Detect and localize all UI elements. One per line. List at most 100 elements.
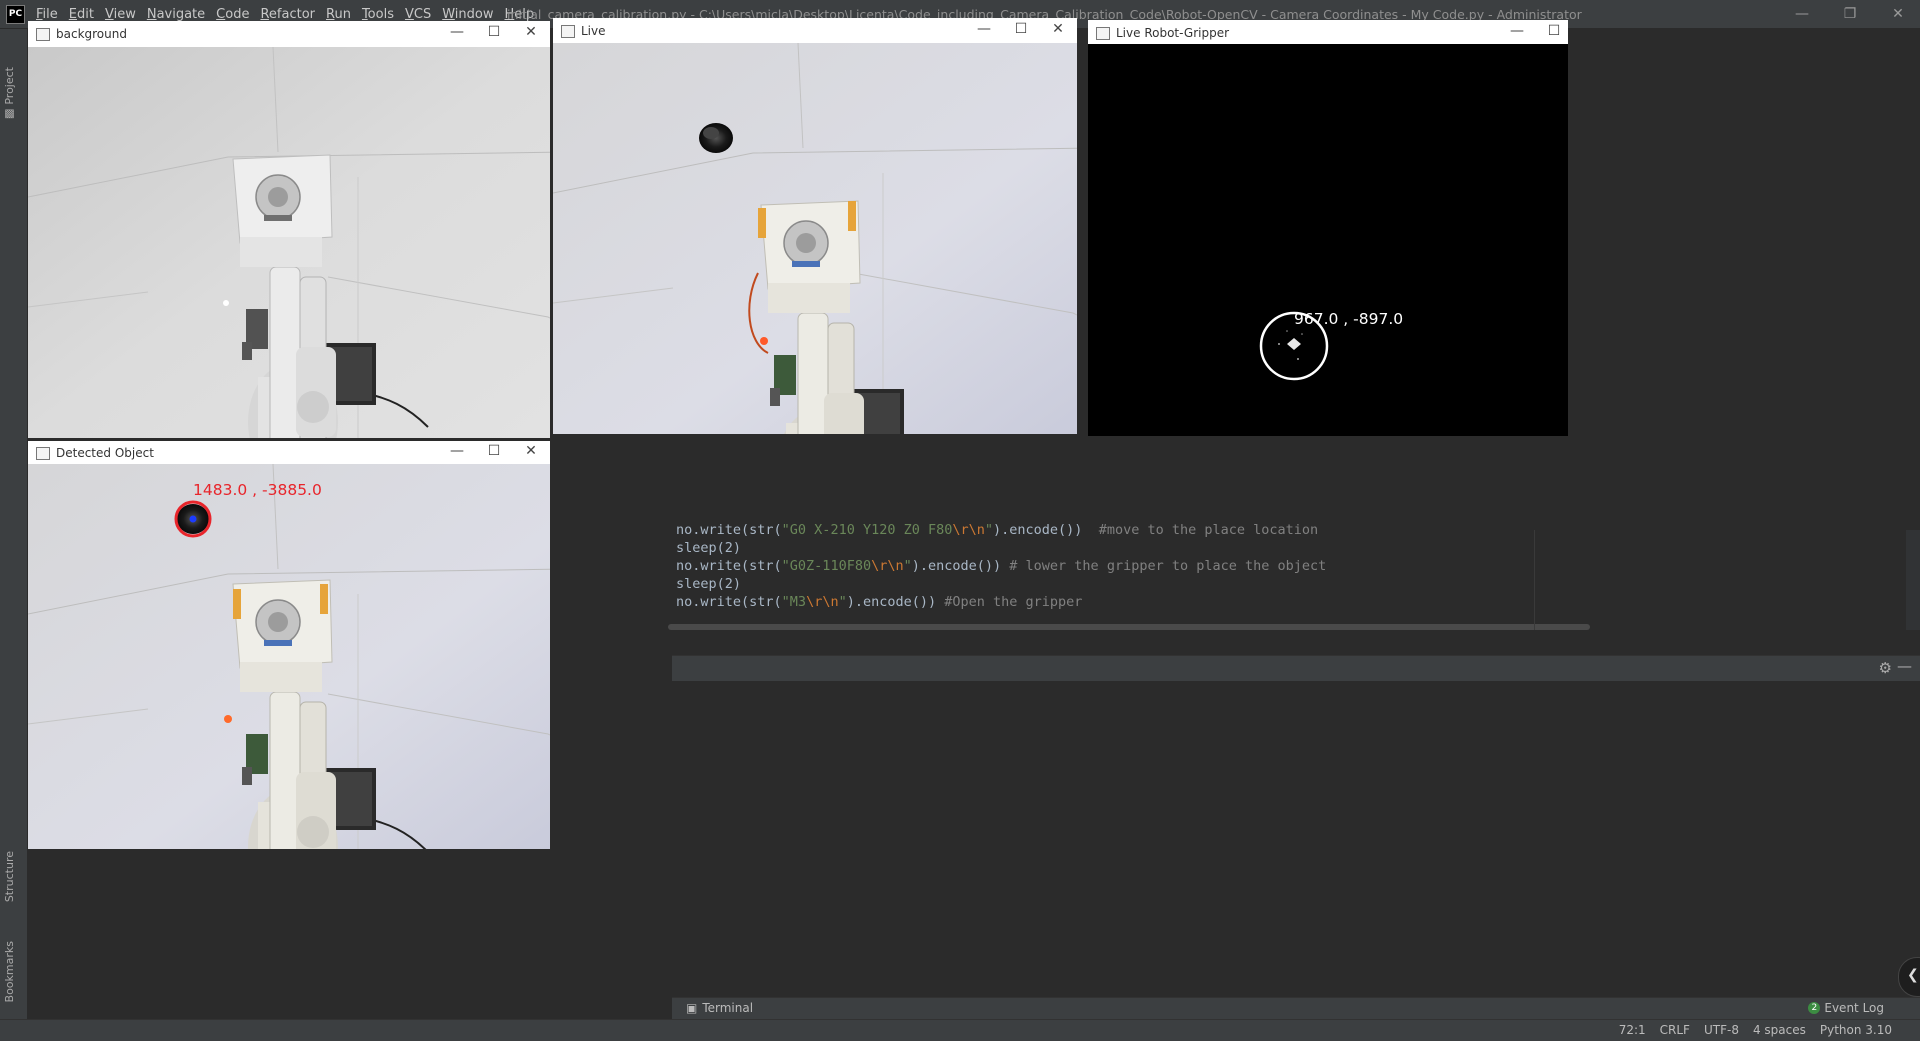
window-live-robot-gripper: Live Robot-Gripper — ☐ 967.0 , -897.0	[1088, 20, 1568, 436]
minimize-icon[interactable]: —	[974, 21, 994, 37]
close-icon[interactable]: ✕	[521, 443, 541, 459]
minimize-icon[interactable]: —	[447, 24, 467, 40]
ide-minimize-icon[interactable]: —	[1782, 3, 1822, 25]
menu-run[interactable]: Run	[326, 7, 351, 22]
detected-camera-frame: 1483.0 , -3885.0	[28, 464, 550, 849]
terminal-tab-label: Terminal	[702, 1001, 754, 1015]
code-line[interactable]: sleep(2)	[676, 576, 741, 592]
code-token: # lower the gripper to place the object	[1009, 558, 1327, 574]
project-tab-label: Project	[3, 67, 16, 105]
code-token: no.write(str(	[676, 594, 782, 610]
menu-edit[interactable]: Edit	[69, 7, 94, 22]
close-icon[interactable]: ✕	[521, 24, 541, 40]
menu-vcs[interactable]: VCS	[405, 7, 431, 22]
window-app-icon	[36, 447, 50, 460]
window-app-icon	[1096, 27, 1110, 40]
code-token: #move to the place location	[1098, 522, 1319, 538]
code-token: \r\n	[871, 558, 904, 574]
tool-window-header: ⚙ —	[672, 655, 1920, 681]
window-detected-object: Detected Object — ☐ ✕ 1483.0 , -3885.0	[28, 441, 550, 849]
code-token: #Open the gripper	[944, 594, 1083, 610]
minimize-icon[interactable]: —	[1507, 23, 1527, 39]
maximize-icon[interactable]: ☐	[484, 24, 504, 40]
bookmarks-tab-label: Bookmarks	[3, 941, 16, 1003]
detected-frame-image	[28, 464, 550, 849]
python-interpreter[interactable]: Python 3.10	[1820, 1023, 1892, 1037]
status-bar: 72:1 CRLF UTF-8 4 spaces Python 3.10	[0, 1019, 1920, 1041]
code-token: "	[838, 594, 847, 610]
code-token: "G0Z-110F80	[781, 558, 872, 574]
pycharm-logo-icon: PC	[6, 5, 25, 24]
menu-window[interactable]: Window	[442, 7, 493, 22]
gripper-mask-image	[1088, 44, 1568, 436]
code-token: ).encode())	[911, 558, 1010, 574]
live-titlebar[interactable]: Live — ☐ ✕	[553, 18, 1077, 43]
background-titlebar[interactable]: background — ☐ ✕	[28, 21, 550, 47]
hide-panel-icon[interactable]: —	[1897, 657, 1912, 675]
bookmarks-tab[interactable]: Bookmarks	[3, 941, 16, 1002]
code-token: \r\n	[806, 594, 839, 610]
code-token: "	[903, 558, 912, 574]
project-tab[interactable]: ▩ Project	[3, 67, 16, 121]
live-frame-image	[553, 43, 1077, 434]
structure-tab-label: Structure	[3, 851, 16, 903]
code-line[interactable]: no.write(str("M3\r\n").encode()) #Open t…	[676, 594, 1082, 610]
caret-position[interactable]: 72:1	[1619, 1023, 1646, 1037]
background-window-title: background	[56, 27, 127, 41]
menu-file[interactable]: File	[36, 7, 58, 22]
menu-view[interactable]: View	[105, 7, 136, 22]
window-background: background — ☐ ✕	[28, 21, 550, 438]
maximize-icon[interactable]: ☐	[1544, 23, 1564, 39]
gripper-titlebar[interactable]: Live Robot-Gripper — ☐	[1088, 20, 1568, 44]
window-live: Live — ☐ ✕	[553, 18, 1077, 434]
detected-coordinate-label: 1483.0 , -3885.0	[193, 481, 322, 499]
background-camera-frame	[28, 47, 550, 438]
terminal-tab[interactable]: ▣ Terminal	[686, 1001, 753, 1015]
code-token: ).encode())	[993, 522, 1099, 538]
minimize-icon[interactable]: —	[447, 443, 467, 459]
code-token: sleep(2)	[676, 540, 742, 556]
gripper-window-title: Live Robot-Gripper	[1116, 26, 1230, 40]
code-token: no.write(str(	[676, 522, 782, 538]
gear-icon[interactable]: ⚙	[1879, 659, 1892, 677]
window-app-icon	[561, 25, 575, 38]
menu-code[interactable]: Code	[216, 7, 249, 22]
gripper-coordinate-label: 967.0 , -897.0	[1294, 310, 1404, 328]
menu-tools[interactable]: Tools	[362, 7, 394, 22]
code-token: ).encode())	[846, 594, 945, 610]
line-separator[interactable]: CRLF	[1660, 1023, 1690, 1037]
event-log-count-badge: 2	[1808, 1002, 1821, 1014]
editor-horizontal-scrollbar[interactable]	[668, 624, 1590, 630]
window-app-icon	[36, 28, 50, 41]
code-token: sleep(2)	[676, 576, 742, 592]
chevron-left-icon: ❮	[1907, 967, 1919, 983]
code-line[interactable]: no.write(str("G0Z-110F80\r\n").encode())…	[676, 558, 1326, 574]
editor-divider	[1534, 530, 1535, 630]
bottom-toolbar: ▣ Terminal 2 Event Log	[672, 997, 1920, 1020]
maximize-icon[interactable]: ☐	[484, 443, 504, 459]
file-encoding[interactable]: UTF-8	[1704, 1023, 1739, 1037]
code-token: \r\n	[952, 522, 985, 538]
code-line[interactable]: no.write(str("G0 X-210 Y120 Z0 F80\r\n")…	[676, 522, 1318, 538]
menu-refactor[interactable]: Refactor	[260, 7, 315, 22]
code-token: "	[984, 522, 994, 538]
detected-titlebar[interactable]: Detected Object — ☐ ✕	[28, 441, 550, 464]
close-icon[interactable]: ✕	[1048, 21, 1068, 37]
code-editor[interactable]: no.write(str("G0 X-210 Y120 Z0 F80\r\n")…	[668, 522, 1920, 630]
left-tool-strip: ▩ Project Structure Bookmarks	[0, 29, 28, 1040]
background-frame-image	[28, 47, 550, 438]
event-log-tab[interactable]: 2 Event Log	[1808, 1001, 1884, 1015]
terminal-panel[interactable]	[672, 681, 1920, 997]
detected-window-title: Detected Object	[56, 446, 154, 460]
code-line[interactable]: sleep(2)	[676, 540, 741, 556]
menu-navigate[interactable]: Navigate	[147, 7, 205, 22]
terminal-icon: ▣	[686, 1001, 698, 1015]
indent-setting[interactable]: 4 spaces	[1753, 1023, 1806, 1037]
structure-tab[interactable]: Structure	[3, 851, 16, 902]
code-token: "M3	[781, 594, 807, 610]
maximize-icon[interactable]: ☐	[1011, 21, 1031, 37]
ide-restore-icon[interactable]: ❐	[1830, 3, 1870, 25]
live-window-title: Live	[581, 24, 606, 38]
ide-close-icon[interactable]: ✕	[1878, 3, 1918, 25]
editor-right-gutter	[1906, 530, 1920, 630]
